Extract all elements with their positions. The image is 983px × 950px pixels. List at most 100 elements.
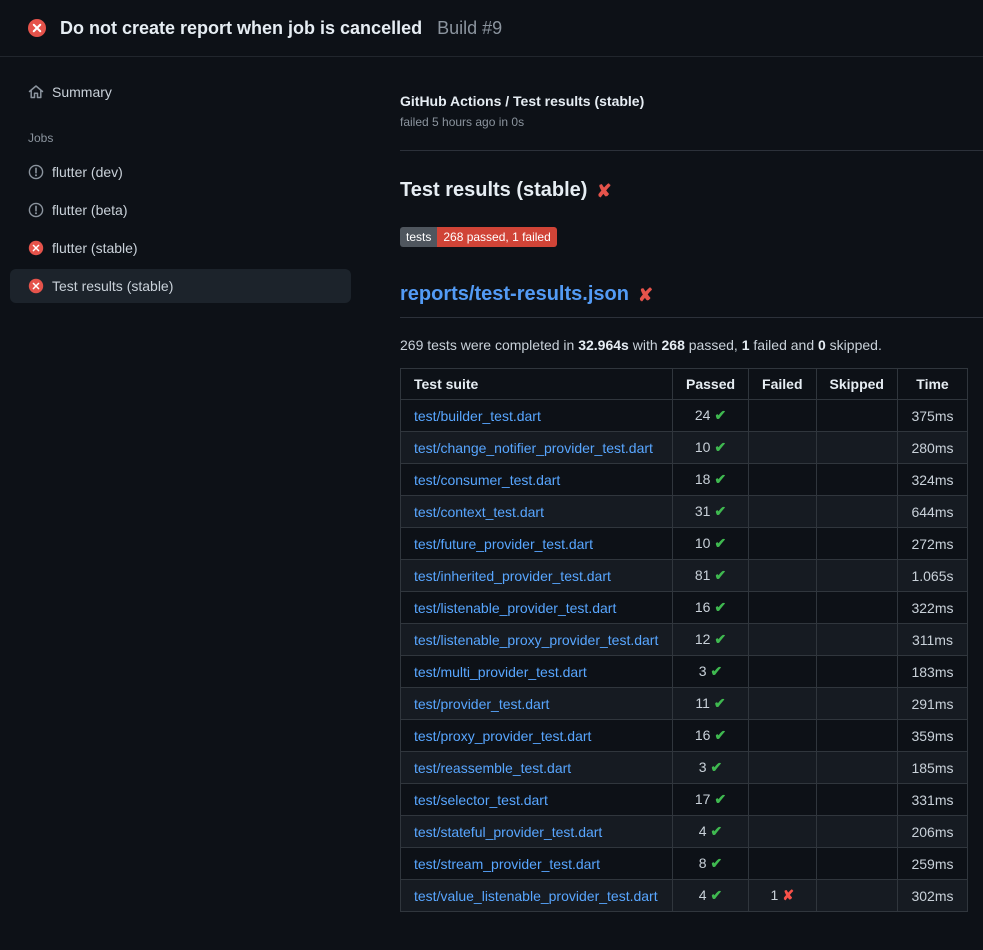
failed-cell	[749, 816, 816, 848]
check-icon: ✔	[711, 887, 723, 903]
test-suite-link[interactable]: test/selector_test.dart	[414, 792, 548, 808]
passed-cell: 3✔	[673, 656, 749, 688]
check-icon: ✔	[714, 791, 726, 807]
failed-cell	[749, 656, 816, 688]
test-suite-link[interactable]: test/proxy_provider_test.dart	[414, 728, 591, 744]
report-heading: reports/test-results.json ✘	[400, 283, 983, 318]
skipped-cell	[816, 432, 897, 464]
check-icon: ✔	[711, 663, 723, 679]
skipped-cell	[816, 784, 897, 816]
time-cell: 311ms	[897, 624, 967, 656]
failed-cell	[749, 560, 816, 592]
test-suite-cell: test/reassemble_test.dart	[401, 752, 673, 784]
run-meta: failed 5 hours ago in 0s	[400, 115, 983, 129]
time-cell: 644ms	[897, 496, 967, 528]
time-cell: 259ms	[897, 848, 967, 880]
skipped-cell	[816, 528, 897, 560]
table-row: test/builder_test.dart24✔375ms	[401, 400, 968, 432]
table-row: test/stream_provider_test.dart8✔259ms	[401, 848, 968, 880]
passed-cell-value: 3	[699, 663, 707, 679]
test-suite-cell: test/change_notifier_provider_test.dart	[401, 432, 673, 464]
passed-cell: 11✔	[673, 688, 749, 720]
passed-cell-value: 24	[695, 407, 711, 423]
check-icon: ✔	[714, 471, 726, 487]
time-cell: 331ms	[897, 784, 967, 816]
test-suite-link[interactable]: test/listenable_proxy_provider_test.dart	[414, 632, 658, 648]
passed-cell-value: 12	[695, 631, 711, 647]
test-suite-link[interactable]: test/multi_provider_test.dart	[414, 664, 587, 680]
failed-cell	[749, 784, 816, 816]
test-suite-link[interactable]: test/reassemble_test.dart	[414, 760, 571, 776]
time-cell: 302ms	[897, 880, 967, 912]
test-suite-cell: test/value_listenable_provider_test.dart	[401, 880, 673, 912]
skipped-cell	[816, 720, 897, 752]
failed-cell	[749, 688, 816, 720]
test-suite-link[interactable]: test/provider_test.dart	[414, 696, 549, 712]
sidebar-item-summary[interactable]: Summary	[10, 75, 351, 109]
time-cell: 324ms	[897, 464, 967, 496]
col-header-passed: Passed	[673, 369, 749, 400]
table-row: test/value_listenable_provider_test.dart…	[401, 880, 968, 912]
col-header-test-suite: Test suite	[401, 369, 673, 400]
table-row: test/inherited_provider_test.dart81✔1.06…	[401, 560, 968, 592]
col-header-failed: Failed	[749, 369, 816, 400]
table-row: test/future_provider_test.dart10✔272ms	[401, 528, 968, 560]
failed-cell	[749, 592, 816, 624]
passed-cell-value: 11	[695, 695, 710, 711]
summary-text: passed,	[685, 337, 742, 353]
summary-skipped: 0	[818, 337, 826, 353]
test-suite-link[interactable]: test/builder_test.dart	[414, 408, 541, 424]
table-row: test/selector_test.dart17✔331ms	[401, 784, 968, 816]
summary-passed: 268	[662, 337, 685, 353]
test-suite-link[interactable]: test/consumer_test.dart	[414, 472, 560, 488]
sidebar-job-item[interactable]: Test results (stable)	[10, 269, 351, 303]
test-suite-link[interactable]: test/context_test.dart	[414, 504, 544, 520]
check-icon: ✔	[711, 823, 723, 839]
test-suite-link[interactable]: test/stateful_provider_test.dart	[414, 824, 602, 840]
test-suite-link[interactable]: test/future_provider_test.dart	[414, 536, 593, 552]
sidebar-job-item[interactable]: flutter (dev)	[10, 155, 351, 189]
passed-cell-value: 4	[699, 823, 707, 839]
failed-cell	[749, 848, 816, 880]
table-row: test/multi_provider_test.dart3✔183ms	[401, 656, 968, 688]
failed-cell	[749, 624, 816, 656]
failed-x-icon: ✘	[596, 182, 611, 200]
test-suite-cell: test/proxy_provider_test.dart	[401, 720, 673, 752]
test-suite-link[interactable]: test/change_notifier_provider_test.dart	[414, 440, 653, 456]
failed-x-icon: ✘	[638, 286, 653, 304]
skipped-cell	[816, 624, 897, 656]
time-cell: 1.065s	[897, 560, 967, 592]
sidebar-job-item[interactable]: flutter (stable)	[10, 231, 351, 265]
badge-value: 268 passed, 1 failed	[437, 227, 556, 247]
divider	[400, 150, 983, 151]
checks-page: Do not create report when job is cancell…	[0, 0, 983, 950]
passed-cell-value: 16	[695, 599, 711, 615]
test-suite-link[interactable]: test/inherited_provider_test.dart	[414, 568, 611, 584]
passed-cell-value: 3	[699, 759, 707, 775]
skipped-cell	[816, 560, 897, 592]
test-suite-cell: test/context_test.dart	[401, 496, 673, 528]
report-file-link[interactable]: reports/test-results.json	[400, 283, 629, 306]
test-suite-cell: test/stateful_provider_test.dart	[401, 816, 673, 848]
passed-cell-value: 10	[695, 535, 711, 551]
sidebar-job-label: flutter (dev)	[52, 164, 123, 180]
alert-circle-icon	[28, 164, 44, 180]
summary-text: skipped.	[826, 337, 882, 353]
test-suite-link[interactable]: test/value_listenable_provider_test.dart	[414, 888, 658, 904]
check-icon: ✔	[714, 407, 726, 423]
table-row: test/consumer_test.dart18✔324ms	[401, 464, 968, 496]
check-icon: ✔	[714, 631, 726, 647]
passed-cell-value: 8	[699, 855, 707, 871]
sidebar-job-item[interactable]: flutter (beta)	[10, 193, 351, 227]
test-suite-cell: test/builder_test.dart	[401, 400, 673, 432]
failed-cell	[749, 720, 816, 752]
passed-cell: 10✔	[673, 528, 749, 560]
badge-label: tests	[400, 227, 437, 247]
time-cell: 280ms	[897, 432, 967, 464]
results-table-body: test/builder_test.dart24✔375mstest/chang…	[401, 400, 968, 912]
table-row: test/listenable_proxy_provider_test.dart…	[401, 624, 968, 656]
test-suite-link[interactable]: test/stream_provider_test.dart	[414, 856, 600, 872]
test-suite-link[interactable]: test/listenable_provider_test.dart	[414, 600, 616, 616]
passed-cell-value: 4	[699, 887, 707, 903]
test-suite-cell: test/consumer_test.dart	[401, 464, 673, 496]
